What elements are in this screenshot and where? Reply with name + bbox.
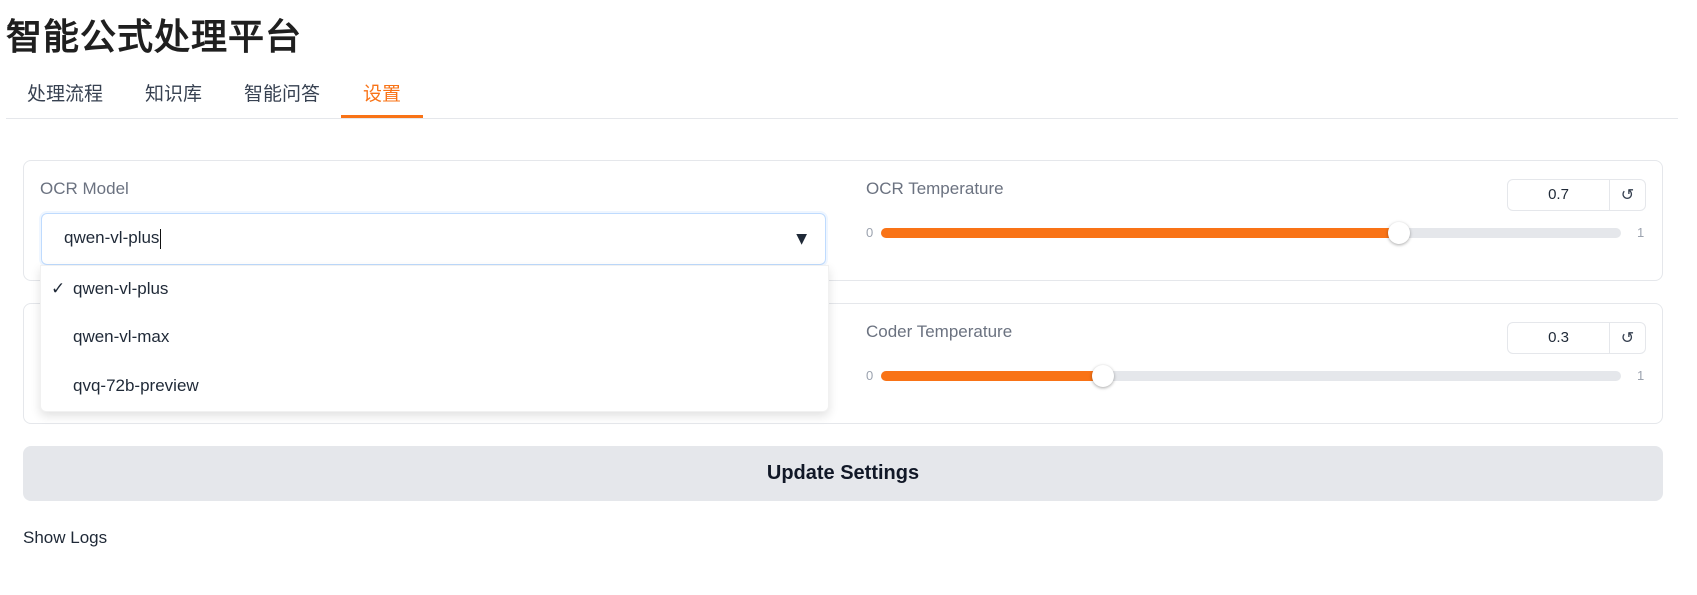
- ocr-model-label: OCR Model: [40, 179, 129, 198]
- ocr-temperature-input[interactable]: 0.7: [1507, 179, 1610, 211]
- tab-processing-flow[interactable]: 处理流程: [6, 72, 124, 116]
- ocr-settings-card: OCR Model qwen-vl-plus ▼ OCR Temperature…: [23, 160, 1663, 281]
- option-label[interactable]: qvq-72b-preview: [73, 376, 199, 396]
- ocr-temperature-fill: [881, 228, 1399, 238]
- check-icon: ✓: [51, 279, 66, 299]
- ocr-temperature-label: OCR Temperature: [866, 179, 1004, 198]
- ocr-temperature-min: 0: [866, 225, 874, 240]
- coder-temperature-thumb[interactable]: [1092, 365, 1114, 387]
- ocr-model-select[interactable]: qwen-vl-plus ▼: [41, 213, 826, 265]
- coder-temperature-label: Coder Temperature: [866, 322, 1013, 341]
- ocr-model-dropdown: ✓ qwen-vl-plus qwen-vl-max qvq-72b-previ…: [40, 265, 829, 412]
- show-logs-toggle[interactable]: Show Logs: [23, 528, 107, 548]
- option-label[interactable]: qwen-vl-max: [73, 327, 169, 347]
- ocr-temperature-max: 1: [1637, 225, 1645, 240]
- option-label[interactable]: qwen-vl-plus: [73, 279, 168, 299]
- coder-temperature-input[interactable]: 0.3: [1507, 322, 1610, 354]
- ocr-temperature-thumb[interactable]: [1388, 222, 1410, 244]
- app-title: 智能公式处理平台: [6, 17, 303, 58]
- dropdown-option[interactable]: qvq-72b-preview: [41, 363, 828, 411]
- coder-temperature-fill: [881, 371, 1103, 381]
- dropdown-option[interactable]: ✓ qwen-vl-plus: [41, 266, 828, 314]
- tab-smart-qa[interactable]: 智能问答: [223, 72, 341, 116]
- ocr-temperature-slider[interactable]: [881, 222, 1621, 244]
- ocr-temperature-reset-icon[interactable]: ↺: [1609, 179, 1646, 211]
- tab-knowledge-base[interactable]: 知识库: [124, 72, 223, 116]
- update-settings-button[interactable]: Update Settings: [23, 446, 1663, 501]
- tab-bar: 处理流程 知识库 智能问答 设置: [6, 72, 1678, 119]
- chevron-down-icon[interactable]: ▼: [796, 231, 807, 247]
- dropdown-option[interactable]: qwen-vl-max: [41, 314, 828, 362]
- ocr-model-value[interactable]: qwen-vl-plus: [64, 228, 162, 249]
- coder-temperature-reset-icon[interactable]: ↺: [1609, 322, 1646, 354]
- tab-settings[interactable]: 设置: [341, 72, 424, 118]
- coder-temperature-max: 1: [1637, 368, 1645, 383]
- coder-temperature-min: 0: [866, 368, 874, 383]
- coder-temperature-slider[interactable]: [881, 365, 1621, 387]
